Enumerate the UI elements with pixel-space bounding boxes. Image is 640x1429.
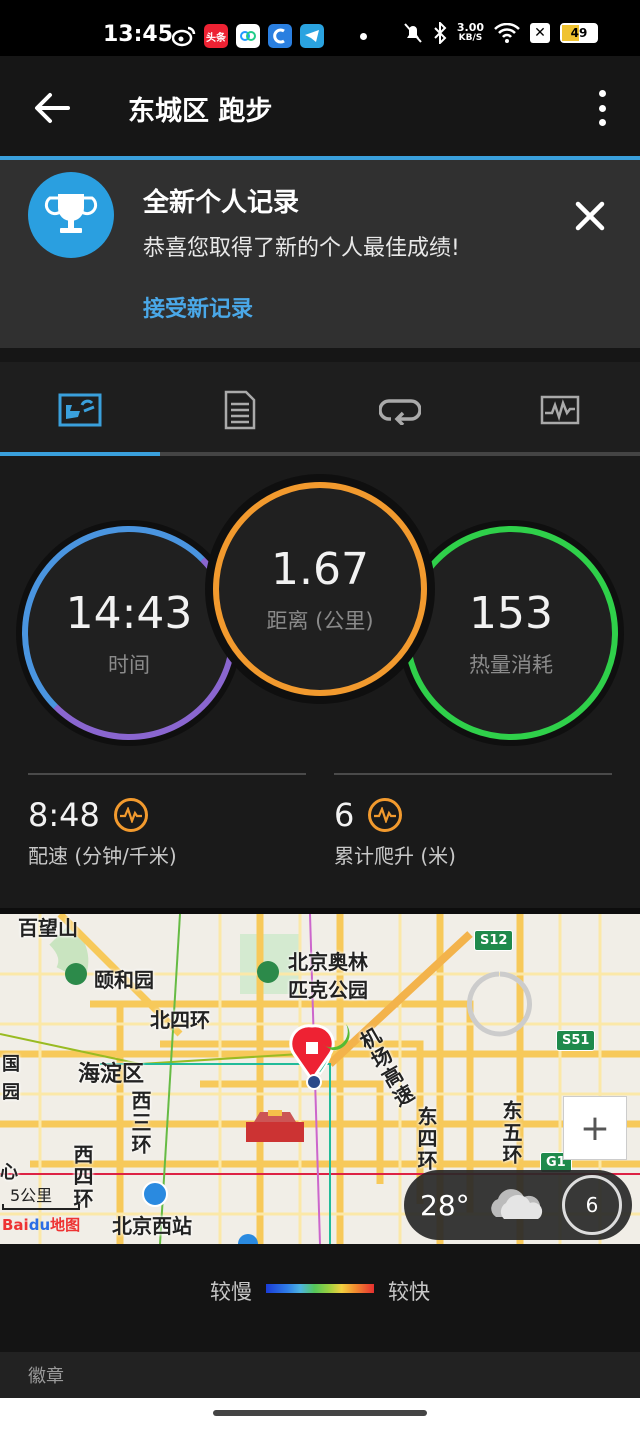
toutiao-text: 头条: [206, 32, 226, 44]
map-label-beijingxi: 北京西站: [112, 1214, 192, 1238]
map-label-yiheyuan: 颐和园: [94, 968, 154, 992]
tab-details[interactable]: [160, 362, 320, 458]
baidu-logo-c: 地图: [50, 1216, 81, 1234]
zoom-in-button[interactable]: +: [563, 1096, 627, 1160]
map-label-beisihuan: 北四环: [150, 1008, 210, 1032]
map-label-dongsihuan: 东四环: [414, 1106, 438, 1172]
more-notifications-icon: [360, 32, 367, 40]
app-icon: [268, 24, 292, 48]
map-scale-bar: [2, 1204, 80, 1210]
road-badge-s51: S51: [556, 1030, 596, 1051]
legend-color-bar: [266, 1284, 374, 1293]
map-label-guo: 国: [2, 1054, 20, 1075]
bluetooth-icon: [434, 22, 447, 44]
calories-circle: 153 热量消耗: [404, 526, 618, 740]
accept-record-link[interactable]: 接受新记录: [143, 291, 253, 323]
tab-laps[interactable]: [320, 362, 480, 458]
close-icon[interactable]: [574, 200, 606, 232]
weather-temp: 28°: [420, 1188, 470, 1222]
tab-stats[interactable]: [0, 362, 160, 458]
stats-icon: [58, 393, 102, 427]
baidu-map-logo: Baidu地图: [2, 1214, 80, 1235]
system-icons: 3.00 KB/S ✕ 49: [403, 22, 598, 44]
legend-slow-label: 较慢: [210, 1280, 252, 1304]
badges-section[interactable]: 徽章: [0, 1352, 640, 1398]
trophy-icon: [28, 172, 114, 258]
map-label-xin: 心: [0, 1162, 18, 1183]
home-indicator[interactable]: [213, 1410, 427, 1416]
map-label-olympic: 北京奥林: [288, 950, 368, 974]
system-nav-bar: [0, 1398, 640, 1429]
more-options-icon[interactable]: [592, 90, 612, 126]
pace-legend: 较慢 较快: [0, 1244, 640, 1352]
status-time: 13:45: [103, 22, 174, 47]
distance-label: 距离 (公里): [266, 608, 374, 633]
map-label-baiwangshan: 百望山: [18, 916, 78, 940]
net-speed-value: 3.00: [456, 21, 484, 34]
app-icon: [236, 24, 260, 48]
divider: [334, 773, 612, 775]
calories-label: 热量消耗: [469, 652, 553, 677]
details-icon: [224, 390, 256, 430]
chart-icon: [540, 395, 580, 425]
elevation-label: 累计爬升 (米): [334, 844, 456, 868]
map-label-yuan: 园: [2, 1082, 20, 1103]
badges-label: 徽章: [28, 1366, 64, 1387]
distance-value: 1.67: [271, 543, 369, 595]
map-label-xisanhuan: 西三环: [128, 1090, 152, 1156]
time-value: 14:43: [65, 587, 193, 639]
telegram-icon: [300, 24, 324, 48]
toutiao-icon: 头条: [204, 24, 228, 48]
map-scale-label: 5公里: [10, 1186, 53, 1205]
net-speed-unit: KB/S: [458, 33, 483, 43]
page-title: 东城区 跑步: [128, 96, 273, 127]
pace-value: 8:48: [28, 796, 100, 834]
divider: [0, 348, 640, 362]
weather-widget: 28° 6: [404, 1170, 632, 1240]
personal-record-banner: 全新个人记录 恭喜您取得了新的个人最佳成绩! 接受新记录: [0, 156, 640, 348]
mute-icon: [404, 23, 422, 43]
uv-index-icon: 6: [562, 1175, 622, 1235]
record-subtitle: 恭喜您取得了新的个人最佳成绩!: [143, 236, 460, 261]
map-label-dongwuhuan: 东五环: [499, 1100, 523, 1166]
notification-icons: 头条: [172, 24, 367, 48]
back-arrow-icon[interactable]: [32, 88, 72, 128]
cloud-icon: [490, 1189, 542, 1219]
map-label-haidian: 海淀区: [78, 1062, 145, 1087]
elevation-metric: 6: [334, 796, 403, 834]
divider: [28, 773, 306, 775]
battery-icon: 49: [560, 23, 598, 43]
pulse-icon: [113, 798, 148, 832]
battery-level: 49: [570, 26, 588, 40]
sim-icon: ✕: [530, 23, 550, 43]
tab-bar: [0, 362, 640, 458]
map-label-olympic2: 匹克公园: [288, 978, 368, 1002]
laps-icon: [379, 399, 421, 425]
distance-circle: 1.67 距离 (公里): [213, 482, 427, 696]
pace-label: 配速 (分钟/千米): [28, 844, 177, 868]
road-badge-s12: S12: [474, 930, 514, 951]
pace-metric: 8:48: [28, 796, 148, 834]
app-bar: 东城区 跑步: [0, 56, 640, 156]
calories-value: 153: [469, 587, 553, 639]
time-circle: 14:43 时间: [22, 526, 236, 740]
pulse-icon: [368, 798, 403, 832]
tab-charts[interactable]: [480, 362, 640, 458]
time-label: 时间: [108, 652, 150, 677]
baidu-logo-a: Bai: [2, 1216, 29, 1234]
record-title: 全新个人记录: [143, 188, 300, 218]
wifi-icon: [494, 23, 520, 43]
uv-value: 6: [585, 1193, 599, 1217]
route-map[interactable]: 百望山 颐和园 北京奥林 匹克公园 北四环 海淀区 西三环 西四环 北京西站 机…: [0, 914, 640, 1244]
map-label-xisihuan: 西四环: [70, 1144, 94, 1210]
net-speed: 3.00 KB/S: [457, 22, 484, 44]
legend-fast-label: 较快: [388, 1280, 430, 1304]
weibo-icon: [172, 26, 196, 47]
stats-panel: 14:43 时间 153 热量消耗 1.67 距离 (公里) 8:48 配速 (…: [0, 456, 640, 910]
elevation-value: 6: [334, 796, 355, 834]
baidu-logo-b: du: [28, 1216, 51, 1234]
